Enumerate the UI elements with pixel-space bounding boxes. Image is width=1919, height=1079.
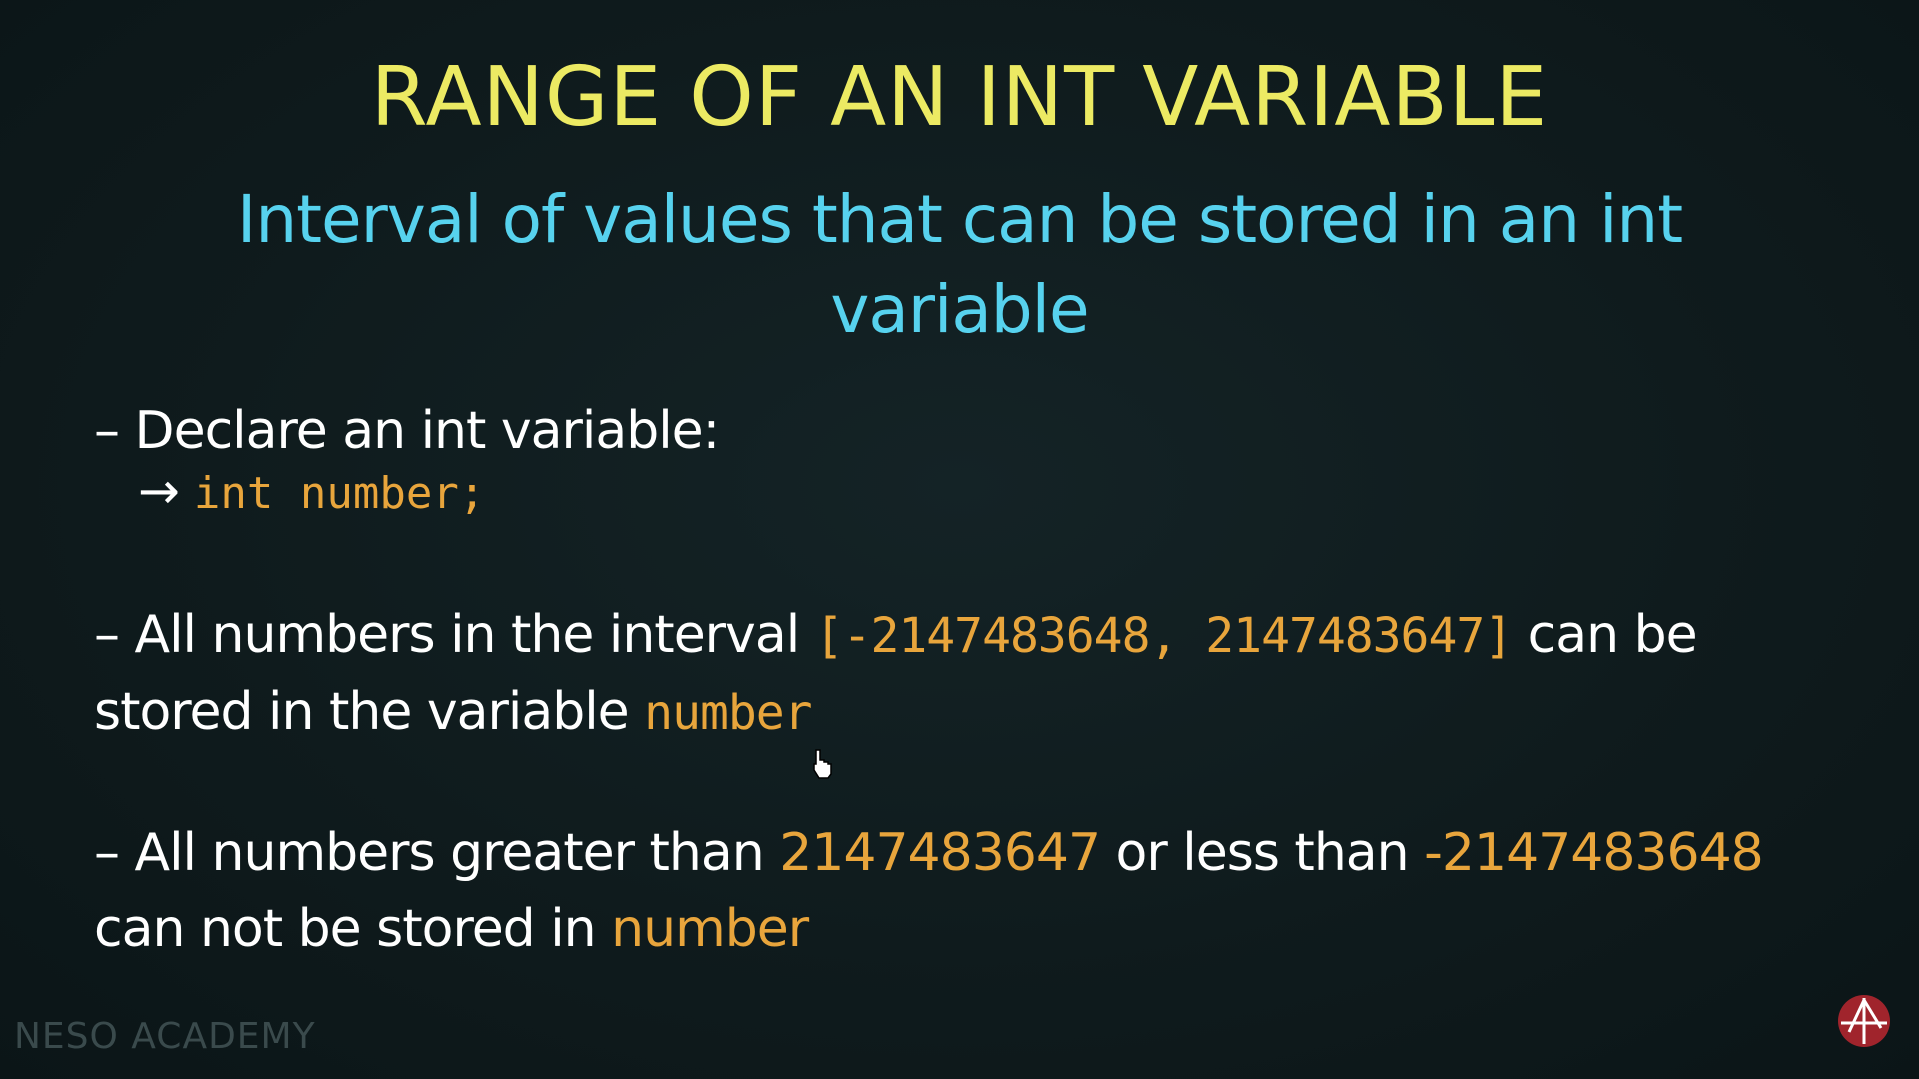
slide-title: RANGE OF AN INT VARIABLE (370, 50, 1549, 145)
bullet-interval-prefix: – All numbers in the interval (94, 605, 815, 665)
variable-name-2: number (611, 899, 809, 959)
variable-name: number (644, 685, 812, 741)
code-line: → int number; (138, 462, 485, 520)
bullet-overflow-prefix: – All numbers greater than (94, 823, 780, 883)
mouse-cursor-icon (810, 748, 836, 780)
bullet-overflow-middle: or less than (1100, 823, 1425, 883)
bullet-declare: – Declare an int variable: (94, 401, 720, 461)
code-declaration: int number; (193, 468, 486, 519)
min-value: -2147483648 (1424, 823, 1764, 883)
bullet-interval: – All numbers in the interval [-21474836… (94, 597, 1854, 751)
interval-range: [-2147483648, 2147483647] (814, 608, 1513, 664)
neso-logo-icon (1837, 994, 1891, 1048)
slide: RANGE OF AN INT VARIABLE Interval of val… (0, 0, 1919, 1079)
max-value: 2147483647 (779, 823, 1101, 883)
neso-academy-watermark: NESO ACADEMY (14, 1016, 316, 1057)
bullet-overflow: – All numbers greater than 2147483647 or… (94, 815, 1854, 967)
arrow-icon: → (138, 462, 180, 520)
bullet-overflow-suffix: can not be stored in (94, 899, 612, 959)
slide-subtitle: Interval of values that can be stored in… (236, 181, 1683, 348)
